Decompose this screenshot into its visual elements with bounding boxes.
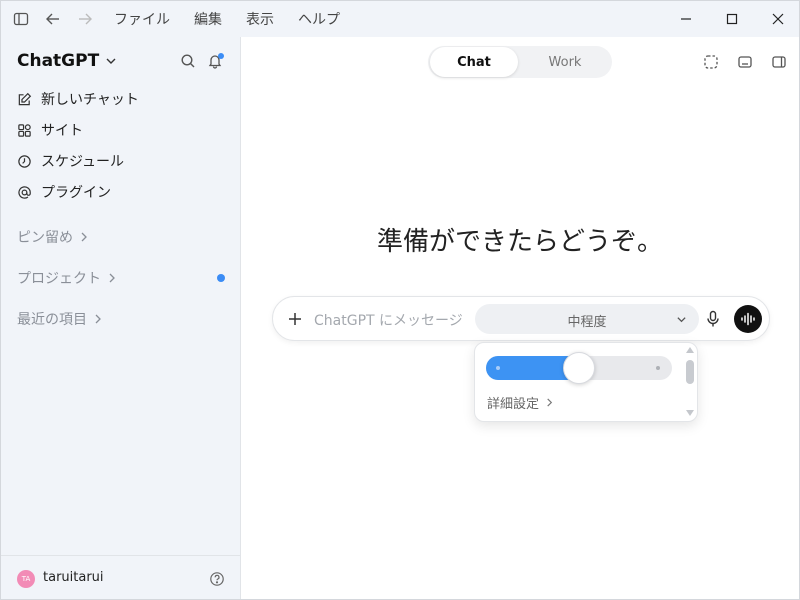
section-pinned[interactable]: ピン留め — [17, 227, 89, 247]
avatar[interactable]: TA — [17, 570, 35, 588]
menu-bar: ファイル 編集 表示 ヘルプ — [114, 1, 364, 37]
message-input[interactable]: ChatGPT にメッセージ — [314, 310, 463, 330]
app-window: ファイル 編集 表示 ヘルプ ChatGPT 新しいチャット サイト スケジュー… — [0, 0, 800, 600]
chevron-down-icon — [106, 58, 116, 64]
maximize-button[interactable] — [709, 1, 755, 37]
sidebar-item-schedule[interactable]: スケジュール — [17, 150, 124, 172]
chevron-right-icon — [547, 398, 553, 407]
sites-grid-icon — [18, 123, 31, 137]
notification-dot — [218, 53, 224, 59]
main-panel: Chat Work 準備ができたらどうぞ。 ChatGPT にメッセージ 中程度 — [241, 37, 799, 599]
sidebar-item-label: スケジュール — [41, 154, 125, 170]
sidebar-item-label: プラグイン — [41, 185, 111, 201]
minimize-button[interactable] — [663, 1, 709, 37]
sidebar-item-label: サイト — [41, 123, 83, 139]
search-icon[interactable] — [180, 53, 196, 69]
close-button[interactable] — [755, 1, 799, 37]
chevron-right-icon — [81, 232, 87, 242]
menu-view[interactable]: 表示 — [246, 9, 274, 29]
model-switcher[interactable]: ChatGPT — [17, 51, 117, 71]
section-label: ピン留め — [17, 230, 73, 246]
advanced-settings-label: 詳細設定 — [487, 397, 540, 412]
sidebar-item-label: 新しいチャット — [41, 92, 139, 108]
avatar-initials: TA — [21, 575, 31, 583]
chevron-right-icon — [109, 273, 115, 283]
slider-stop-max — [656, 366, 660, 370]
scroll-down-arrow[interactable] — [686, 410, 694, 416]
help-icon[interactable] — [209, 571, 225, 587]
tab-chat[interactable]: Chat — [430, 47, 518, 77]
sidebar-item-new-chat[interactable]: 新しいチャット — [17, 88, 139, 110]
side-panel-icon[interactable] — [771, 54, 787, 70]
menu-help[interactable]: ヘルプ — [298, 9, 340, 29]
pencil-square-icon — [18, 92, 32, 105]
microphone-icon[interactable] — [705, 310, 721, 328]
clock-icon — [18, 154, 31, 168]
section-recent[interactable]: 最近の項目 — [17, 309, 103, 329]
menu-edit[interactable]: 編集 — [194, 9, 222, 29]
menu-file[interactable]: ファイル — [114, 9, 170, 29]
sidebar-footer: TA taruitarui — [1, 555, 240, 599]
section-projects[interactable]: プロジェクト — [17, 268, 117, 288]
hero-heading: 準備ができたらどうぞ。 — [376, 227, 663, 257]
projects-indicator-dot — [217, 274, 225, 282]
mode-switch: Chat Work — [428, 46, 612, 78]
brand-label: ChatGPT — [17, 51, 100, 71]
scroll-up-arrow[interactable] — [686, 347, 694, 353]
sidebar-item-plugins[interactable]: プラグイン — [17, 181, 111, 203]
sidebar: ChatGPT 新しいチャット サイト スケジュール プラグイン ピン留め プロ… — [1, 37, 241, 599]
chevron-down-icon — [677, 317, 686, 323]
title-bar: ファイル 編集 表示 ヘルプ — [1, 1, 799, 37]
minimize-icon — [681, 18, 691, 20]
voice-mode-button[interactable] — [734, 305, 762, 333]
chevron-right-icon — [95, 314, 101, 324]
message-composer: ChatGPT にメッセージ 中程度 — [272, 296, 770, 341]
slider-thumb[interactable] — [563, 352, 595, 384]
username[interactable]: taruitarui — [43, 570, 104, 585]
plus-icon[interactable] — [287, 311, 303, 327]
window-compact-icon[interactable] — [737, 54, 753, 70]
advanced-settings-link[interactable]: 詳細設定 — [487, 393, 554, 412]
close-icon — [772, 13, 784, 25]
tab-work[interactable]: Work — [518, 46, 612, 78]
section-label: 最近の項目 — [17, 312, 87, 328]
effort-popover: 詳細設定 — [474, 342, 698, 422]
reasoning-effort-select[interactable]: 中程度 — [475, 304, 699, 334]
section-label: プロジェクト — [17, 271, 101, 287]
popover-scrollbar[interactable] — [686, 360, 694, 384]
temporary-chat-icon[interactable] — [703, 54, 719, 70]
sidebar-toggle-icon[interactable] — [13, 11, 29, 27]
forward-arrow-icon[interactable] — [77, 11, 93, 27]
slider-stop-min — [496, 366, 500, 370]
maximize-icon — [726, 13, 738, 25]
back-arrow-icon[interactable] — [45, 11, 61, 27]
waveform-icon — [741, 312, 755, 326]
sidebar-item-sites[interactable]: サイト — [17, 119, 83, 141]
effort-label: 中程度 — [567, 315, 607, 330]
at-sign-icon — [18, 185, 31, 199]
